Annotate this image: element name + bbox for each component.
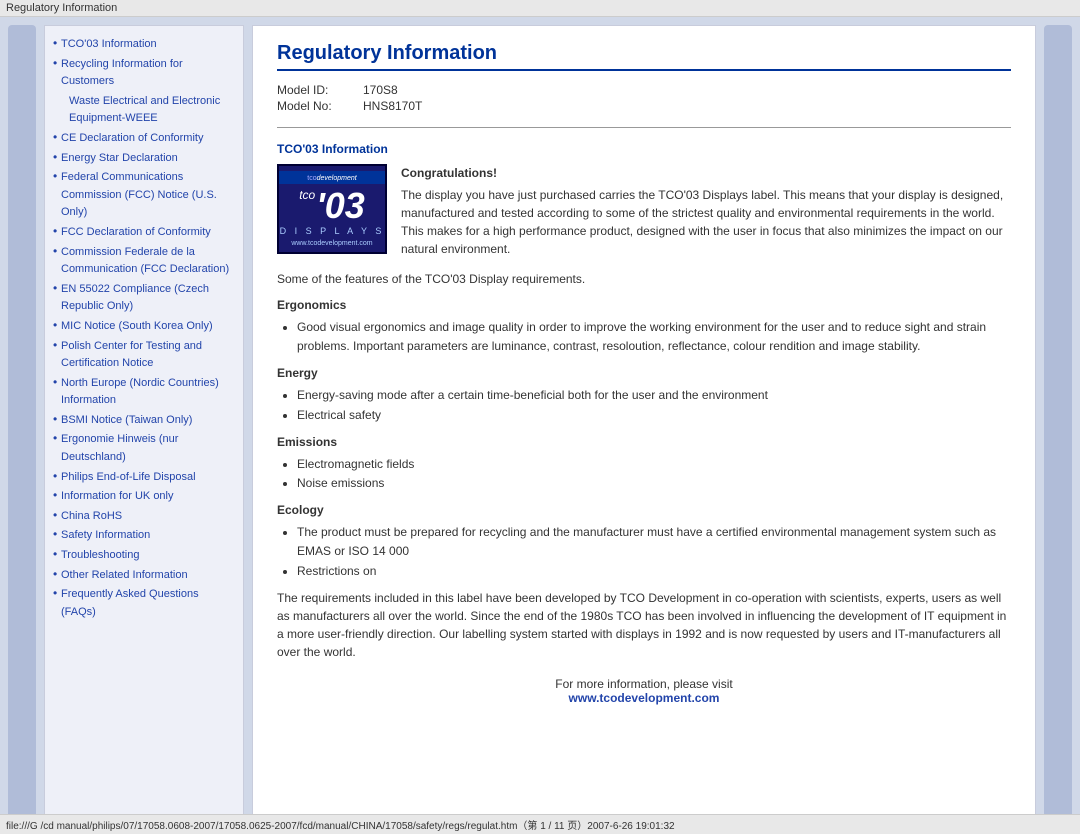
sidebar-item-tco03[interactable]: TCO'03 Information [53,36,235,54]
sidebar-item-philips-eol[interactable]: Philips End-of-Life Disposal [53,469,235,487]
model-id-value: 170S8 [363,83,398,97]
features-text: Some of the features of the TCO'03 Displ… [277,270,1011,288]
sidebar-item-energy-star[interactable]: Energy Star Declaration [53,150,235,168]
tco-description: Congratulations! The display you have ju… [401,164,1011,258]
sidebar-item-faq[interactable]: Frequently Asked Questions (FAQs) [53,586,235,621]
tco-block: tcodevelopment tco '03 D I S P L A Y S w… [277,164,1011,258]
model-no-label: Model No: [277,99,347,113]
sidebar-item-recycling[interactable]: Recycling Information for Customers [53,56,235,91]
model-id-label: Model ID: [277,83,347,97]
emissions-item-1: Electromagnetic fields [297,455,1011,474]
sidebar-item-other[interactable]: Other Related Information [53,567,235,585]
sidebar-item-safety[interactable]: Safety Information [53,527,235,545]
emissions-item-2: Noise emissions [297,474,1011,493]
sidebar-item-bsmi[interactable]: BSMI Notice (Taiwan Only) [53,412,235,430]
ergonomics-item-1: Good visual ergonomics and image quality… [297,318,1011,356]
ergonomics-list: Good visual ergonomics and image quality… [297,318,1011,356]
sidebar-item-mic[interactable]: MIC Notice (South Korea Only) [53,318,235,336]
sidebar-item-polish[interactable]: Polish Center for Testing and Certificat… [53,338,235,373]
model-info: Model ID: 170S8 Model No: HNS8170T [277,83,1011,113]
title-bar-text: Regulatory Information [6,2,117,14]
section-divider [277,127,1011,128]
tco-section-heading: TCO'03 Information [277,142,1011,156]
sidebar-item-nordic[interactable]: North Europe (Nordic Countries) Informat… [53,375,235,410]
ecology-item-1: The product must be prepared for recycli… [297,523,1011,561]
tco-logo-displays: D I S P L A Y S [280,226,385,236]
status-bar: file:///G /cd manual/philips/07/17058.06… [0,814,1080,834]
sidebar-item-en55022[interactable]: EN 55022 Compliance (Czech Republic Only… [53,281,235,316]
energy-item-2: Electrical safety [297,406,1011,425]
congratulations-heading: Congratulations! [401,164,1011,182]
left-accent-bar [8,25,36,819]
main-layout: TCO'03 Information Recycling Information… [0,17,1080,827]
footer: For more information, please visit www.t… [277,677,1011,705]
sidebar-item-fcc[interactable]: Federal Communications Commission (FCC) … [53,169,235,222]
sidebar-item-fcc-declaration[interactable]: FCC Declaration of Conformity [53,224,235,242]
emissions-heading: Emissions [277,435,1011,449]
title-bar: Regulatory Information [0,0,1080,17]
page-title: Regulatory Information [277,42,1011,71]
model-no-row: Model No: HNS8170T [277,99,1011,113]
sidebar-item-weee[interactable]: Waste Electrical and Electronic Equipmen… [53,93,235,128]
right-accent-bar [1044,25,1072,819]
tco-logo-top-text: tcodevelopment [279,171,385,184]
energy-item-1: Energy-saving mode after a certain time-… [297,386,1011,405]
footer-text: For more information, please visit [555,677,732,691]
ecology-heading: Ecology [277,503,1011,517]
sidebar-item-uk[interactable]: Information for UK only [53,488,235,506]
tco-logo-url: www.tcodevelopment.com [291,240,372,247]
model-id-row: Model ID: 170S8 [277,83,1011,97]
content-area: Regulatory Information Model ID: 170S8 M… [252,25,1036,819]
sidebar: TCO'03 Information Recycling Information… [44,25,244,819]
model-no-value: HNS8170T [363,99,422,113]
energy-heading: Energy [277,366,1011,380]
status-bar-text: file:///G /cd manual/philips/07/17058.06… [6,821,675,832]
energy-list: Energy-saving mode after a certain time-… [297,386,1011,424]
sidebar-item-troubleshooting[interactable]: Troubleshooting [53,547,235,565]
congratulations-text: The display you have just purchased carr… [401,188,1003,256]
footer-link[interactable]: www.tcodevelopment.com [569,691,720,705]
sidebar-item-commission-federale[interactable]: Commission Federale de la Communication … [53,244,235,279]
tco-logo: tcodevelopment tco '03 D I S P L A Y S w… [277,164,387,254]
sidebar-item-ce[interactable]: CE Declaration of Conformity [53,130,235,148]
ergonomics-heading: Ergonomics [277,298,1011,312]
sidebar-item-china-rohs[interactable]: China RoHS [53,508,235,526]
sidebar-item-ergonomie[interactable]: Ergonomie Hinweis (nur Deutschland) [53,431,235,466]
ecology-item-2: Restrictions on [297,562,1011,581]
closing-paragraph: The requirements included in this label … [277,589,1011,661]
ecology-list: The product must be prepared for recycli… [297,523,1011,581]
emissions-list: Electromagnetic fields Noise emissions [297,455,1011,493]
